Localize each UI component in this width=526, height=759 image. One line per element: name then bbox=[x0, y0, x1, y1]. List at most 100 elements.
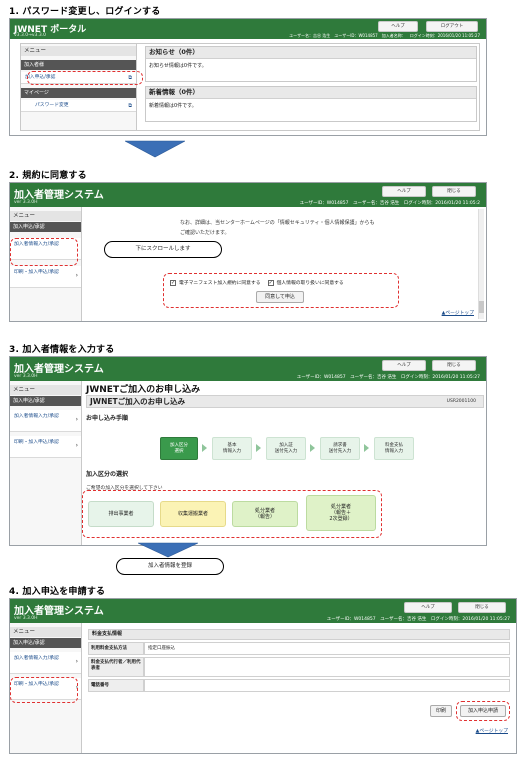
row-phone-value bbox=[144, 679, 510, 692]
user-info: ユーザーID：W014857 ユーザー名：吉谷 浩生 ログイン時刻：2016/0… bbox=[326, 617, 510, 622]
system-header: 加入者管理システム ver 3.3.0H ヘルプ 閉じる ユーザーID：W014… bbox=[10, 183, 486, 207]
row-agent-label: 料金支払代行者／利用代表者 bbox=[88, 657, 144, 677]
version-label: v3.3.0→v3.3.0 bbox=[14, 33, 46, 38]
wizard-step-invoice-line2: 送付先入力 bbox=[328, 449, 352, 454]
down-arrow-icon bbox=[125, 140, 185, 158]
menu-title: メニュー bbox=[10, 211, 81, 221]
sidebar-item-info-input[interactable]: 加入者情報入力/承認 › bbox=[10, 410, 81, 432]
step3-title: 3. 加入者情報を入力する bbox=[9, 345, 115, 355]
chevron-right-icon bbox=[364, 444, 369, 452]
sidebar-section-apply: 加入申込/承認 bbox=[10, 638, 81, 648]
scrollbar[interactable] bbox=[478, 209, 484, 319]
menu-title: メニュー bbox=[10, 385, 81, 395]
wizard-step-invoice: 請求書 送付先入力 bbox=[320, 437, 360, 460]
page-heading: JWNETご加入のお申し込み bbox=[86, 385, 201, 395]
highlight-info-input bbox=[10, 238, 78, 266]
sidebar-item-info-input[interactable]: 加入者情報入力/承認 › bbox=[10, 652, 81, 674]
notice-text: お知らせ情報は0件です。 bbox=[149, 63, 207, 69]
chevron-right-icon bbox=[202, 444, 207, 452]
chevron-right-icon: › bbox=[75, 442, 78, 449]
sidebar-section-apply: 加入申込/承認 bbox=[10, 396, 81, 406]
sidebar: メニュー 加入者様 加入申込/承認 ⧉ マイページ パスワード変更 ⧉ bbox=[21, 44, 137, 130]
chevron-right-icon: › bbox=[75, 416, 78, 423]
app-title: 加入者管理システム bbox=[14, 364, 104, 375]
page-top-link[interactable]: ▲ページトップ bbox=[476, 727, 508, 734]
portal-content: メニュー 加入者様 加入申込/承認 ⧉ マイページ パスワード変更 ⧉ お知らせ… bbox=[20, 43, 480, 131]
help-button[interactable]: ヘルプ bbox=[382, 360, 426, 371]
scroll-callout: 下にスクロールします bbox=[104, 241, 222, 258]
agreement-window: 加入者管理システム ver 3.3.0H ヘルプ 閉じる ユーザーID：W014… bbox=[9, 182, 487, 322]
highlight-submit bbox=[456, 701, 510, 721]
logout-button[interactable]: ログアウト bbox=[426, 21, 478, 32]
version-label: ver 3.3.0H bbox=[14, 374, 38, 379]
sidebar-item-password-label: パスワード変更 bbox=[35, 103, 69, 108]
chevron-right-icon: › bbox=[75, 272, 78, 279]
notice-panel: お知らせ（0件） お知らせ情報は0件です。 bbox=[145, 46, 477, 82]
version-label: ver 3.3.0H bbox=[14, 200, 38, 205]
app-title: 加入者管理システム bbox=[14, 190, 104, 201]
user-info: ユーザーID：W014857 ユーザー名：吉谷 浩生 ログイン時刻：2016/0… bbox=[296, 375, 480, 380]
sidebar-item-print-label: 印刷・加入申込/承認 bbox=[14, 440, 59, 445]
wizard-step-payment: 料金支払 情報入力 bbox=[374, 437, 414, 460]
row-phone-label: 電話番号 bbox=[88, 679, 144, 692]
close-button[interactable]: 閉じる bbox=[458, 602, 506, 613]
wizard-step-certificate-line2: 送付先入力 bbox=[274, 449, 298, 454]
down-arrow-icon bbox=[138, 542, 198, 558]
highlight-categories bbox=[82, 490, 382, 538]
page-top-link[interactable]: ▲ページトップ bbox=[442, 309, 474, 316]
version-label: ver 3.3.0H bbox=[14, 616, 38, 621]
sidebar-section-mypage: マイページ bbox=[21, 88, 136, 98]
sidebar-item-print-label: 印刷・加入申込/承認 bbox=[14, 270, 59, 275]
wizard-step-certificate: 加入証 送付先入力 bbox=[266, 437, 306, 460]
external-link-icon: ⧉ bbox=[128, 103, 132, 109]
user-info: ユーザー名：吉谷 浩生 ユーザーID：W014857 加入者名称： ログイン時刻… bbox=[289, 33, 480, 38]
row-agent-value bbox=[144, 657, 510, 677]
chevron-right-icon: › bbox=[75, 658, 78, 665]
close-button[interactable]: 閉じる bbox=[432, 186, 476, 197]
sidebar-item-print[interactable]: 印刷・加入申込/承認 › bbox=[10, 266, 81, 288]
category-label: 加入区分の選択 bbox=[86, 471, 129, 478]
sidebar-item-print[interactable]: 印刷・加入申込/承認 › bbox=[10, 436, 81, 458]
close-button[interactable]: 閉じる bbox=[432, 360, 476, 371]
print-button[interactable]: 印刷 bbox=[430, 705, 452, 717]
wizard-step-basic-line2: 情報入力 bbox=[223, 449, 241, 454]
app-title: 加入者管理システム bbox=[14, 606, 104, 617]
wizard-step-category: 加入区分 選択 bbox=[160, 437, 198, 460]
wizard-step-basic: 基本 情報入力 bbox=[212, 437, 252, 460]
register-callout: 加入者情報を登録 bbox=[116, 558, 224, 575]
chevron-right-icon bbox=[310, 444, 315, 452]
payment-section-title: 料金支払情報 bbox=[88, 629, 510, 640]
wizard-track bbox=[150, 432, 484, 434]
help-button[interactable]: ヘルプ bbox=[378, 21, 418, 32]
screen-id: USR2001100 bbox=[446, 399, 476, 404]
sidebar-item-info-input-label: 加入者情報入力/承認 bbox=[14, 656, 59, 661]
highlight-apply bbox=[27, 71, 143, 85]
portal-window: JWNET ポータル v3.3.0→v3.3.0 ヘルプ ログアウト ユーザー名… bbox=[9, 18, 487, 136]
menu-title: メニュー bbox=[21, 46, 136, 56]
help-button[interactable]: ヘルプ bbox=[404, 602, 452, 613]
wizard-step-category-line2: 選択 bbox=[174, 449, 184, 454]
step2-title: 2. 規約に同意する bbox=[9, 171, 87, 181]
system-header: 加入者管理システム ver 3.3.0H ヘルプ 閉じる ユーザーID：W014… bbox=[10, 599, 516, 623]
news-title: 新着情報（0件） bbox=[146, 87, 476, 99]
step1-title: 1. パスワード変更し、ログインする bbox=[9, 7, 161, 17]
news-panel: 新着情報（0件） 新着情報は0件です。 bbox=[145, 86, 477, 122]
sidebar-section-apply: 加入申込/承認 bbox=[10, 222, 81, 232]
highlight-agreement bbox=[163, 273, 399, 308]
wizard-step-payment-line2: 情報入力 bbox=[385, 449, 403, 454]
procedure-label: お申し込み手順 bbox=[86, 415, 129, 422]
application-window: 加入者管理システム ver 3.3.0H ヘルプ 閉じる ユーザーID：W014… bbox=[9, 356, 487, 546]
sidebar: メニュー 加入申込/承認 加入者情報入力/承認 › 印刷・加入申込/承認 › bbox=[10, 381, 82, 545]
help-button[interactable]: ヘルプ bbox=[382, 186, 426, 197]
sidebar-item-password[interactable]: パスワード変更 ⧉ bbox=[21, 100, 136, 112]
highlight-print bbox=[10, 677, 78, 703]
step4-title: 4. 加入申込を申請する bbox=[9, 587, 106, 597]
portal-header: JWNET ポータル v3.3.0→v3.3.0 ヘルプ ログアウト ユーザー名… bbox=[10, 19, 486, 39]
scrollbar-thumb[interactable] bbox=[479, 301, 484, 313]
sidebar-section-member: 加入者様 bbox=[21, 60, 136, 70]
user-info: ユーザーID：W014857 ユーザー名：吉谷 浩生 ログイン時刻：2016/0… bbox=[299, 201, 480, 206]
body-text-2: ご確認いただけます。 bbox=[180, 230, 230, 236]
system-header: 加入者管理システム ver 3.3.0H ヘルプ 閉じる ユーザーID：W014… bbox=[10, 357, 486, 381]
menu-title: メニュー bbox=[10, 627, 81, 637]
row-payment-method-label: 利用料金支払方法 bbox=[88, 642, 144, 655]
